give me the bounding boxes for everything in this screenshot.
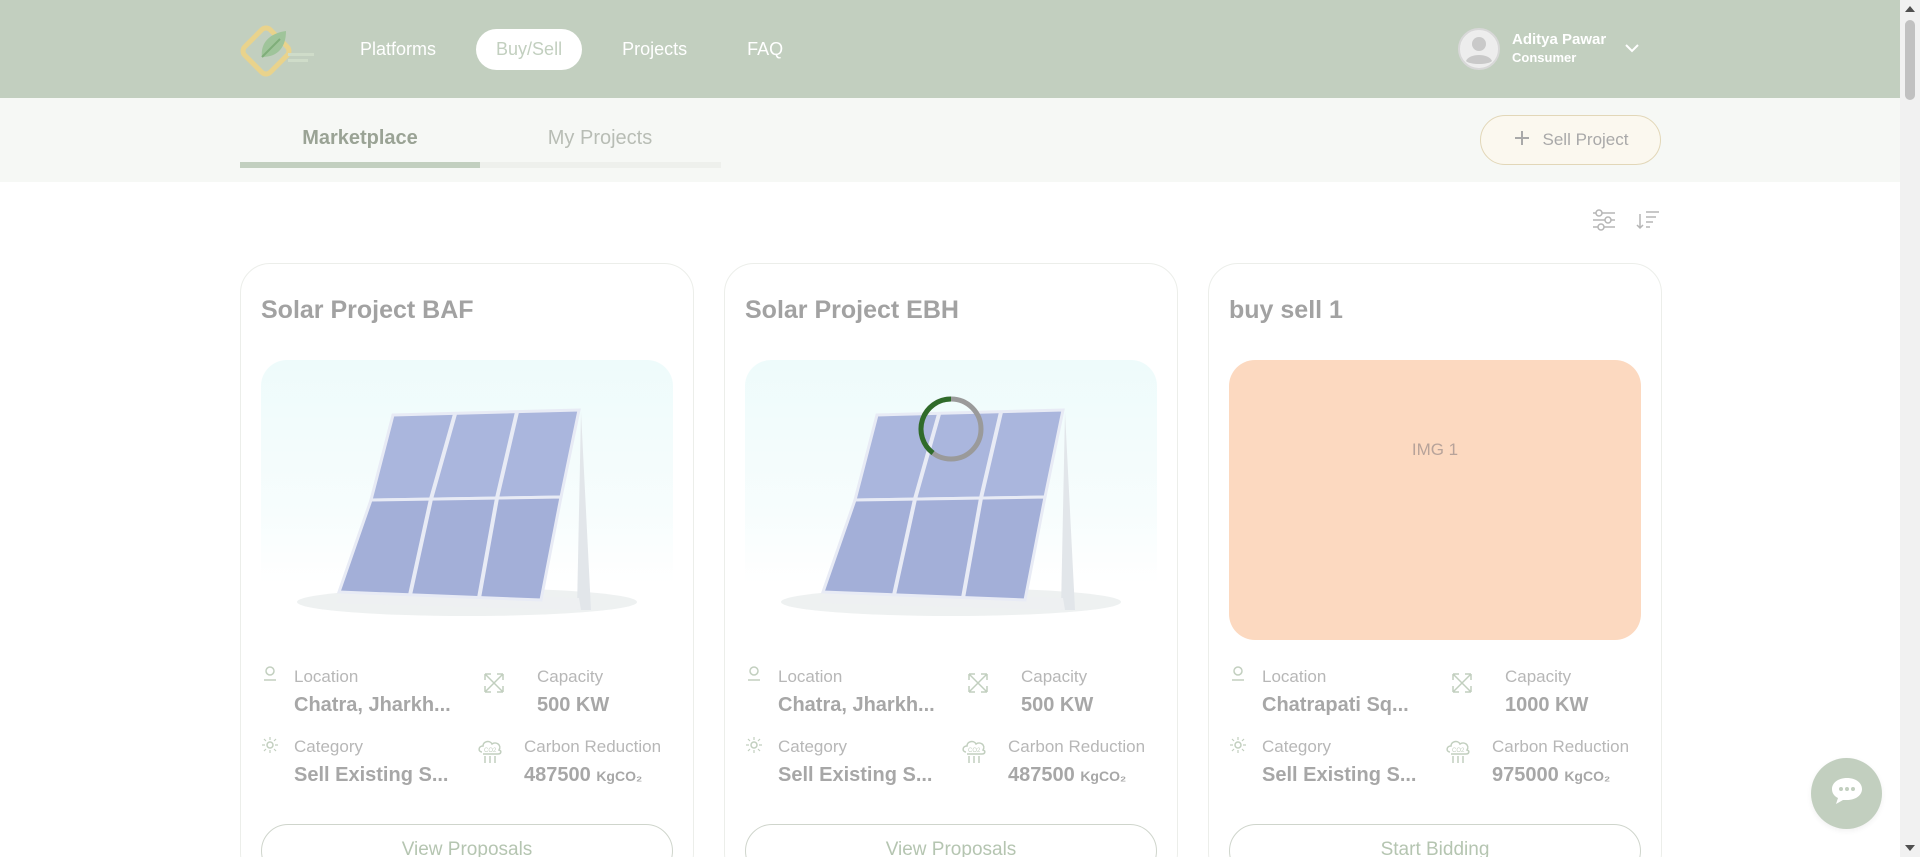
top-header: Platforms Buy/Sell Projects FAQ Aditya P… <box>0 0 1920 98</box>
carbon-number: 975000 <box>1492 764 1559 786</box>
location-value: Chatra, Jharkh... <box>294 694 451 716</box>
sort-icon[interactable] <box>1634 208 1662 232</box>
co2-cloud-icon: CO2 <box>1443 736 1473 766</box>
tab-marketplace[interactable]: Marketplace <box>240 112 480 164</box>
category-value: Sell Existing S... <box>1262 764 1417 786</box>
capacity-label: Capacity <box>1021 667 1088 686</box>
view-proposals-button[interactable]: View Proposals <box>745 824 1157 857</box>
project-image <box>261 360 673 640</box>
tab-active-indicator <box>240 162 480 168</box>
co2-cloud-icon: CO2 <box>959 736 989 766</box>
view-proposals-button[interactable]: View Proposals <box>261 824 673 857</box>
main-nav: Platforms Buy/Sell Projects FAQ <box>340 29 803 70</box>
tab-my-projects[interactable]: My Projects <box>480 112 720 164</box>
user-icon <box>1461 31 1497 67</box>
sell-project-button[interactable]: Sell Project <box>1480 115 1661 165</box>
expand-icon <box>1450 671 1476 697</box>
brand-logo[interactable] <box>240 19 318 79</box>
start-bidding-button[interactable]: Start Bidding <box>1229 824 1641 857</box>
location-icon <box>745 664 771 690</box>
expand-icon <box>966 671 992 697</box>
image-placeholder-text: IMG 1 <box>1411 440 1459 459</box>
location-icon <box>1229 664 1255 690</box>
svg-text:CO2: CO2 <box>1452 748 1465 754</box>
expand-icon <box>482 671 508 697</box>
user-name: Aditya Pawar <box>1512 31 1607 48</box>
avatar[interactable] <box>1458 28 1500 70</box>
chat-bubble-icon <box>1830 776 1864 811</box>
project-card[interactable]: buy sell 1 IMG 1 Location Chatrapati Sq.… <box>1208 263 1662 857</box>
user-info: Aditya Pawar Consumer <box>1512 31 1606 67</box>
nav-buy-sell[interactable]: Buy/Sell <box>476 29 583 70</box>
nav-platforms[interactable]: Platforms <box>340 29 456 70</box>
carbon-label: Carbon Reduction <box>524 737 662 756</box>
category-label: Category <box>294 737 363 756</box>
svg-text:CO2: CO2 <box>968 748 981 754</box>
solar-panel-image <box>297 408 637 616</box>
project-card[interactable]: Solar Project EBH Location Chatra, Jhark… <box>724 263 1178 857</box>
project-title: Solar Project EBH <box>745 296 959 324</box>
sun-icon <box>261 736 287 762</box>
page-scrollbar[interactable] <box>1900 0 1920 857</box>
filter-icon[interactable] <box>1590 208 1618 232</box>
category-value: Sell Existing S... <box>294 764 449 786</box>
location-label: Location <box>1262 667 1327 686</box>
user-menu[interactable]: Aditya Pawar Consumer <box>1458 28 1640 70</box>
chat-button[interactable] <box>1811 758 1882 829</box>
sun-icon <box>1229 736 1255 762</box>
carbon-label: Carbon Reduction <box>1492 737 1630 756</box>
co2-cloud-icon: CO2 <box>475 736 505 766</box>
project-image-placeholder: IMG 1 <box>1229 360 1641 640</box>
location-icon <box>261 664 287 690</box>
capacity-label: Capacity <box>537 667 604 686</box>
carbon-unit: KgCO₂ <box>596 768 643 784</box>
project-tabs: Marketplace My Projects <box>240 112 721 168</box>
category-value: Sell Existing S... <box>778 764 933 786</box>
user-role: Consumer <box>1512 50 1577 65</box>
svg-text:CO2: CO2 <box>484 748 497 754</box>
capacity-value: 500 KW <box>1021 694 1094 716</box>
project-title: buy sell 1 <box>1229 296 1343 324</box>
location-value: Chatrapati Sq... <box>1262 694 1409 716</box>
project-title: Solar Project BAF <box>261 296 474 324</box>
carbon-unit: KgCO₂ <box>1564 768 1611 784</box>
loading-spinner-icon <box>918 396 984 462</box>
location-label: Location <box>778 667 843 686</box>
carbon-value: 487500 KgCO₂ <box>1008 764 1126 787</box>
chevron-down-icon[interactable] <box>1624 40 1640 58</box>
category-label: Category <box>1262 737 1331 756</box>
project-card[interactable]: Solar Project BAF Location Chatra, Jhark… <box>240 263 694 857</box>
scroll-thumb[interactable] <box>1905 20 1915 100</box>
plus-icon <box>1513 129 1531 152</box>
capacity-label: Capacity <box>1505 667 1572 686</box>
nav-faq[interactable]: FAQ <box>727 29 803 70</box>
capacity-value: 1000 KW <box>1505 694 1589 716</box>
carbon-number: 487500 <box>1008 764 1075 786</box>
carbon-number: 487500 <box>524 764 591 786</box>
carbon-value: 975000 KgCO₂ <box>1492 764 1610 787</box>
scroll-down-arrow-icon[interactable] <box>1905 845 1915 851</box>
carbon-value: 487500 KgCO₂ <box>524 764 642 787</box>
scroll-up-arrow-icon[interactable] <box>1905 6 1915 12</box>
carbon-unit: KgCO₂ <box>1080 768 1127 784</box>
capacity-value: 500 KW <box>537 694 610 716</box>
location-value: Chatra, Jharkh... <box>778 694 935 716</box>
sell-project-label: Sell Project <box>1542 130 1629 149</box>
project-image <box>745 360 1157 640</box>
sun-icon <box>745 736 771 762</box>
nav-projects[interactable]: Projects <box>602 29 707 70</box>
carbon-label: Carbon Reduction <box>1008 737 1146 756</box>
location-label: Location <box>294 667 359 686</box>
category-label: Category <box>778 737 847 756</box>
